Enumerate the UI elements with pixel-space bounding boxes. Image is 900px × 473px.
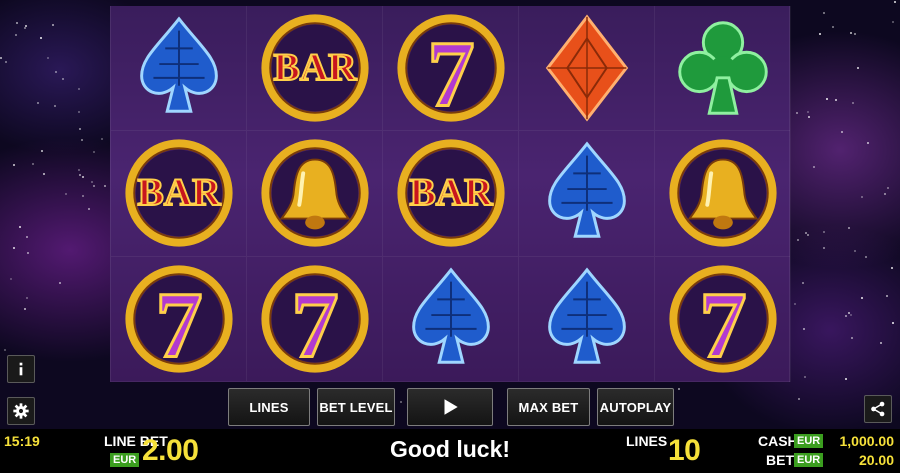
reel-cell: [519, 6, 655, 132]
cash-value: 1,000.00: [839, 433, 895, 449]
spade-symbol-icon: [411, 267, 490, 364]
bar-symbol-label: BAR: [409, 170, 493, 214]
reel-cell: [383, 256, 519, 382]
reel-cell: 7: [383, 6, 519, 132]
spade-symbol-icon: [547, 267, 626, 364]
max-bet-button[interactable]: MAX BET: [507, 388, 590, 426]
seven-symbol-icon: 7: [260, 265, 369, 378]
diamond-symbol-icon: [545, 14, 628, 122]
bell-symbol-icon: [260, 139, 369, 248]
settings-button[interactable]: [7, 397, 35, 425]
gear-icon: [13, 403, 29, 419]
spade-symbol-icon: [139, 16, 218, 113]
lines-button[interactable]: LINES: [228, 388, 310, 426]
status-bar: 15:19 LINE BET EUR 2.00 Good luck! LINES…: [0, 429, 900, 473]
spade-symbol-icon: [547, 141, 626, 239]
bet-label: BET: [766, 452, 794, 468]
reel-cell: BAR: [111, 131, 247, 257]
reel-cell: [655, 131, 791, 257]
reel-cell: [111, 6, 247, 132]
seven-symbol-icon: 7: [668, 265, 777, 378]
clock: 15:19: [4, 433, 40, 449]
info-button[interactable]: [7, 355, 35, 383]
status-message: Good luck!: [389, 436, 511, 462]
reel-cell: 7: [247, 256, 383, 382]
reel-cell: BAR: [383, 131, 519, 257]
autoplay-button[interactable]: AUTOPLAY: [597, 388, 674, 426]
bar-symbol-label: BAR: [137, 170, 221, 214]
play-icon: [444, 399, 458, 415]
club-symbol-icon: [677, 21, 768, 115]
cash-label: CASH: [758, 433, 798, 449]
bet-currency: EUR: [794, 453, 824, 467]
cash-currency: EUR: [794, 434, 824, 448]
reel-cell: 7: [111, 256, 247, 382]
bar-symbol-icon: BAR: [260, 14, 369, 122]
spin-button[interactable]: [407, 388, 493, 426]
lines-value: 10: [668, 434, 701, 467]
reel-cell: [519, 131, 655, 257]
lines-label: LINES: [626, 433, 668, 449]
bet-value: 20.00: [858, 452, 894, 468]
seven-symbol-label: 7: [427, 23, 474, 127]
share-button[interactable]: [864, 395, 892, 423]
line-bet-currency: EUR: [110, 453, 140, 467]
reel-grid: BAR 7 BAR BAR 7 7 7: [110, 6, 791, 382]
info-icon: [19, 362, 23, 376]
bar-symbol-icon: BAR: [396, 139, 505, 248]
reel-cell: BAR: [247, 6, 383, 132]
reel-cell: [519, 256, 655, 382]
share-icon: [871, 401, 885, 417]
reel-cell: 7: [655, 256, 791, 382]
reel-cell: [655, 6, 791, 132]
bell-symbol-icon: [668, 139, 777, 248]
seven-symbol-label: 7: [291, 273, 338, 377]
reel-cell: [247, 131, 383, 257]
bar-symbol-label: BAR: [273, 45, 357, 89]
seven-symbol-icon: 7: [124, 265, 233, 378]
seven-symbol-label: 7: [155, 273, 202, 377]
bet-level-button[interactable]: BET LEVEL: [317, 388, 395, 426]
seven-symbol-icon: 7: [396, 14, 505, 127]
seven-symbol-label: 7: [699, 273, 746, 377]
line-bet-value: 2.00: [142, 434, 199, 467]
bar-symbol-icon: BAR: [124, 139, 233, 248]
